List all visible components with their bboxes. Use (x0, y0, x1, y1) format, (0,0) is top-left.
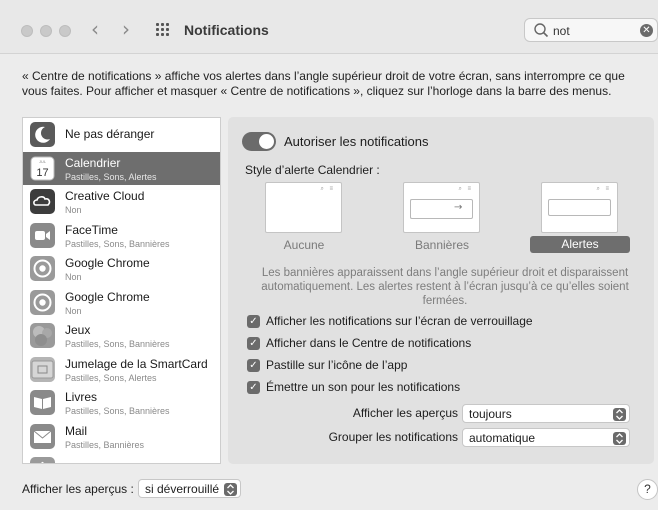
chevron-right-icon: › (122, 17, 130, 41)
bottom-previews-label: Afficher les aperçus : (22, 482, 134, 496)
search-icon (534, 23, 549, 38)
app-list-item[interactable]: Google Chrome Non (23, 252, 220, 286)
check-lock-screen-label: Afficher les notifications sur l’écran d… (266, 314, 533, 328)
stepper-arrows-icon (613, 408, 626, 421)
stepper-arrows-icon (224, 483, 237, 496)
checkmark-icon[interactable]: ✓ (247, 359, 260, 372)
style-alerts-label[interactable]: Alertes (530, 236, 630, 253)
app-list-item[interactable]: Jeux Pastilles, Sons, Bannières (23, 319, 220, 353)
app-name: Livres (65, 390, 98, 404)
check-play-sound-label: Émettre un son pour les notifications (266, 380, 461, 394)
game-center-icon (30, 323, 55, 348)
group-notifications-label: Grouper les notifications (328, 430, 458, 444)
search-input[interactable]: not (553, 24, 570, 38)
forward-button[interactable]: › (122, 17, 130, 41)
help-button[interactable]: ? (637, 479, 658, 500)
app-list-item[interactable]: Jumelage de la SmartCard Pastilles, Sons,… (23, 353, 220, 387)
app-list-item[interactable]: Creative Cloud Non (23, 185, 220, 219)
app-name: FaceTime (65, 222, 118, 237)
smartcard-icon (30, 356, 55, 382)
app-notification-summary: Non (65, 272, 82, 282)
style-alerts-thumbnail[interactable]: ⌕ ≡ (541, 182, 618, 233)
app-name: Creative Cloud (65, 189, 145, 203)
show-all-grid-icon[interactable] (156, 23, 172, 37)
app-notification-summary: Pastilles, Sons, Bannières (65, 406, 170, 416)
calendar-icon: JUL 17 (30, 156, 55, 181)
svg-text:JUL: JUL (39, 159, 47, 164)
style-none-label[interactable]: Aucune (254, 238, 354, 252)
back-button[interactable]: ‹ (91, 17, 99, 41)
menu-bar-icons: ⌕ ≡ (320, 186, 335, 192)
app-notification-summary: Pastilles, Bannières (65, 439, 145, 450)
menu-bar-icons: ⌕ ≡ (458, 186, 473, 192)
app-list-item[interactable]: Ne pas déranger (23, 118, 220, 152)
app-list-item[interactable]: Livres Pastilles, Sons, Bannières (23, 386, 220, 420)
app-name: Maison (65, 462, 104, 463)
bottom-previews-value: si déverrouillé (145, 482, 220, 496)
show-previews-select[interactable]: toujours (462, 404, 630, 423)
app-name: Ne pas déranger (65, 127, 155, 141)
toolbar: ‹ › Notifications not ✕ (0, 0, 658, 54)
app-name: Jeux (65, 323, 91, 337)
check-badge-label: Pastille sur l’icône de l’app (266, 358, 408, 372)
allow-notifications-label: Autoriser les notifications (284, 134, 429, 149)
group-notifications-select[interactable]: automatique (462, 428, 630, 447)
chevron-left-icon: ‹ (91, 17, 99, 41)
app-name: Jumelage de la SmartCard (65, 356, 208, 371)
app-notification-summary: Pastilles, Sons, Bannières (65, 238, 170, 249)
window-title: Notifications (184, 22, 269, 38)
stepper-arrows-icon (613, 432, 626, 445)
menu-bar-icons: ⌕ ≡ (596, 186, 611, 192)
moon-icon (30, 122, 55, 147)
chrome-icon (30, 256, 55, 281)
notification-settings-panel: Autoriser les notifications Style d’aler… (228, 117, 654, 464)
style-none-thumbnail[interactable]: ⌕ ≡ (265, 182, 342, 233)
app-notification-summary: Pastilles, Sons, Alertes (65, 171, 157, 182)
app-list-item[interactable]: JUL 17 Calendrier Pastilles, Sons, Alertes (23, 151, 220, 185)
app-list-item[interactable]: FaceTime Pastilles, Sons, Bannières (23, 219, 220, 253)
alert-preview (548, 199, 611, 216)
zoom-window-button[interactable] (59, 25, 71, 37)
minimize-window-button[interactable] (40, 25, 52, 37)
app-notification-summary: Non (65, 305, 82, 316)
preferences-window: ‹ › Notifications not ✕ « Centre de noti… (0, 0, 658, 510)
app-list-item[interactable]: Maison (23, 453, 220, 463)
home-icon (30, 457, 55, 463)
alert-style-label: Style d’alerte Calendrier : (245, 163, 380, 177)
app-name: Calendrier (65, 155, 121, 170)
books-icon (30, 390, 55, 415)
svg-text:17: 17 (36, 167, 48, 179)
creative-cloud-icon (30, 189, 55, 214)
description-text: « Centre de notifications » affiche vos … (22, 69, 625, 98)
search-field[interactable]: not ✕ (524, 18, 658, 42)
arrow-right-icon: → (454, 202, 463, 213)
checkmark-icon[interactable]: ✓ (247, 337, 260, 350)
check-notification-center-label: Afficher dans le Centre de notifications (266, 336, 472, 350)
app-name: Google Chrome (65, 289, 150, 304)
mail-icon (30, 423, 55, 449)
checkmark-icon[interactable]: ✓ (247, 381, 260, 394)
style-description: Les bannières apparaissent dans l’angle … (261, 267, 629, 307)
allow-notifications-toggle[interactable] (242, 132, 276, 151)
banner-preview (410, 199, 473, 219)
app-notification-summary: Pastilles, Sons, Alertes (65, 372, 157, 383)
app-name: Google Chrome (65, 256, 150, 270)
checkmark-icon[interactable]: ✓ (247, 315, 260, 328)
chrome-icon (30, 289, 55, 315)
app-name: Mail (65, 423, 88, 438)
show-previews-label: Afficher les aperçus (352, 406, 458, 420)
bottom-previews-select[interactable]: si déverrouillé (138, 479, 241, 498)
app-list-item[interactable]: Mail Pastilles, Bannières (23, 420, 220, 454)
app-notification-summary: Non (65, 205, 82, 215)
clear-search-icon[interactable]: ✕ (640, 24, 653, 37)
style-banners-thumbnail[interactable]: ⌕ ≡ → (403, 182, 480, 233)
app-list[interactable]: Ne pas déranger JUL 17 Calendrier Pastilles,… (22, 117, 221, 464)
facetime-icon (30, 222, 55, 248)
style-banners-label[interactable]: Bannières (392, 238, 492, 252)
close-window-button[interactable] (21, 25, 33, 37)
group-notifications-value: automatique (469, 431, 536, 445)
app-list-item[interactable]: Google Chrome Non (23, 286, 220, 320)
show-previews-value: toujours (469, 407, 512, 421)
app-notification-summary: Pastilles, Sons, Bannières (65, 339, 170, 349)
